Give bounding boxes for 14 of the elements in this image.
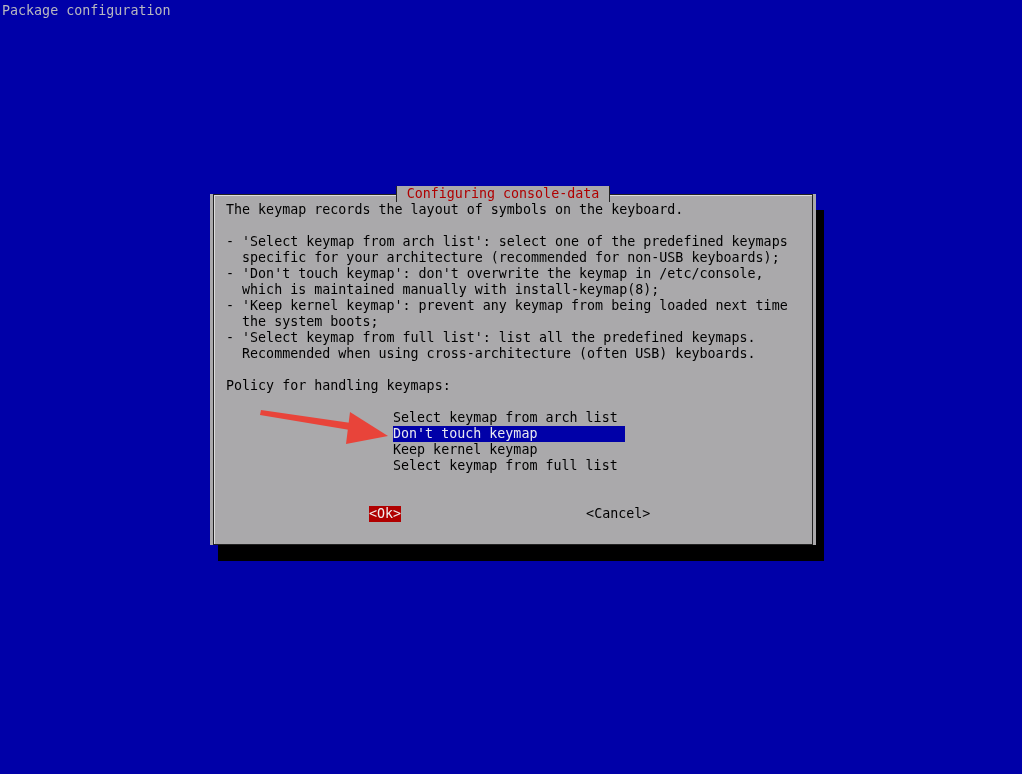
cancel-button[interactable]: <Cancel> xyxy=(586,506,651,522)
prompt-text: Policy for handling keymaps: xyxy=(226,378,452,394)
help-text: - 'Don't touch keymap': don't overwrite the keymap in /etc/console, which is maintained manually with install-keymap(8); xyxy=(226,266,765,298)
description-text: The keymap records the layout of symbols on the keyboard. xyxy=(226,202,685,218)
dialog-title: Configuring console-data xyxy=(395,186,611,202)
help-text: - 'Keep kernel keymap': prevent any keymap from being loaded next time the system boots; xyxy=(226,298,789,330)
help-text: - 'Select keymap from full list': list all the predefined keymaps. Recommended when using cross-architecture (often USB) keyboards. xyxy=(226,330,757,362)
help-text: - 'Select keymap from arch list': select one of the predefined keymaps specific for your architecture (recommended for non-USB keyboards); xyxy=(226,234,789,266)
menu-option[interactable]: Select keymap from arch list xyxy=(393,410,625,426)
menu-option[interactable]: Don't touch keymap xyxy=(393,426,625,442)
screen-title: Package configuration xyxy=(2,3,171,18)
ok-button[interactable]: <Ok> xyxy=(369,506,402,522)
menu-option[interactable]: Select keymap from full list xyxy=(393,458,625,474)
menu-option[interactable]: Keep kernel keymap xyxy=(393,442,625,458)
